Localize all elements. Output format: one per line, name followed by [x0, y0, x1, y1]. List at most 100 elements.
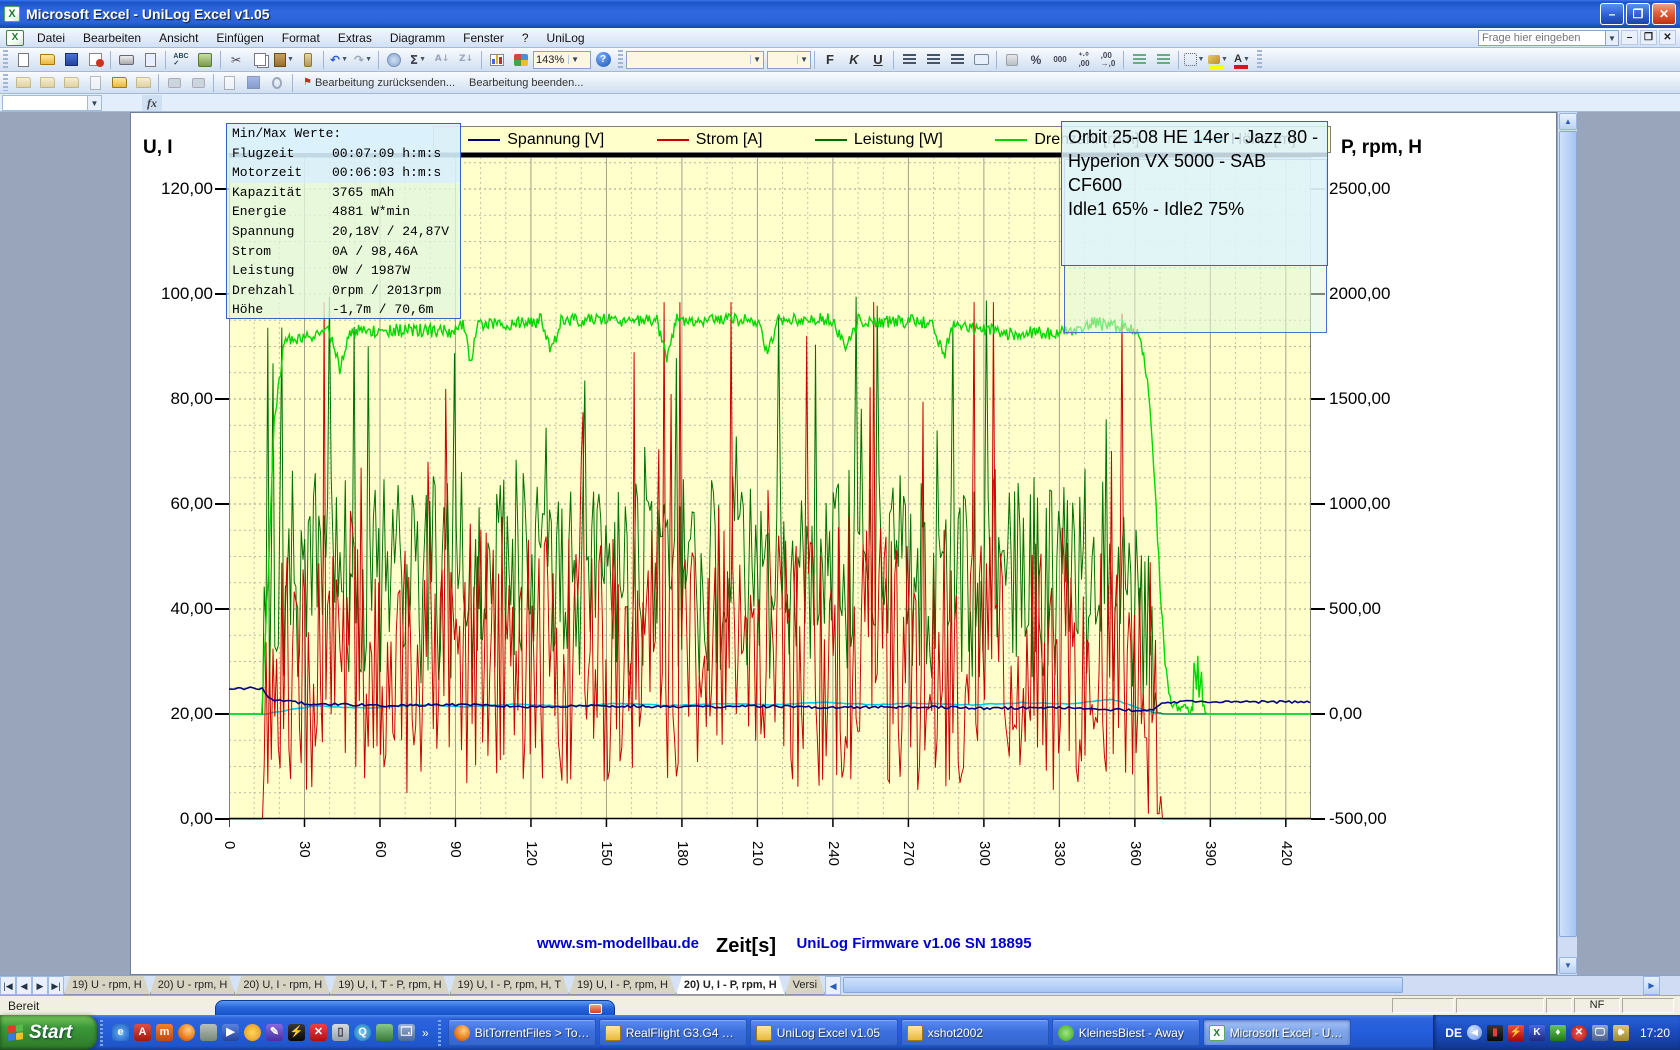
vertical-scrollbar[interactable]: ▲ ▼ — [1557, 112, 1577, 975]
tray-icon[interactable]: ⚡ — [1508, 1025, 1524, 1041]
sheet-tab[interactable]: 19) U, I, T - P, rpm, H — [330, 976, 449, 995]
legend-item[interactable]: Leistung [W] — [815, 131, 943, 149]
decrease-decimal-button[interactable]: ,00→,0 — [1097, 50, 1119, 70]
website-link[interactable]: www.sm-modellbau.de — [537, 935, 699, 952]
tray-icon[interactable]: ✕ — [1571, 1025, 1587, 1041]
menu-einfuegen[interactable]: Einfügen — [207, 29, 272, 47]
end-review-button[interactable]: Bearbeitung beenden... — [462, 74, 590, 92]
chart-wizard-button[interactable] — [486, 50, 508, 70]
decrease-indent-button[interactable] — [1128, 50, 1150, 70]
increase-indent-button[interactable] — [1152, 50, 1174, 70]
save-button[interactable] — [60, 50, 82, 70]
align-right-button[interactable] — [946, 50, 968, 70]
sort-descending-button[interactable]: Z↓ — [455, 50, 477, 70]
currency-button[interactable] — [1001, 50, 1023, 70]
previous-comment-button[interactable] — [36, 73, 58, 93]
taskbar-button[interactable]: KleinesBiest - Away — [1052, 1019, 1200, 1046]
tray-icon[interactable]: ♦ — [1550, 1025, 1566, 1041]
bold-button[interactable]: F — [819, 50, 841, 70]
background-window-titlebar[interactable] — [215, 1000, 615, 1016]
sheet-tab[interactable]: 19) U - rpm, H — [64, 976, 150, 995]
sort-ascending-button[interactable]: A↓ — [431, 50, 453, 70]
toolbar-handle[interactable] — [618, 50, 623, 68]
language-indicator[interactable]: DE — [1445, 1026, 1462, 1040]
drawing-button[interactable] — [510, 50, 532, 70]
chart-sheet[interactable]: U, I P, rpm, H Spannung [V]Strom [A]Leis… — [130, 112, 1557, 975]
start-button[interactable]: Start — [0, 1015, 97, 1050]
send-review-button[interactable]: ⚑Bearbeitung zurücksenden... — [296, 74, 462, 92]
taskbar-button[interactable]: UniLog Excel v1.05 — [750, 1019, 898, 1046]
maxthon-icon[interactable]: m — [156, 1024, 173, 1041]
firefox-icon[interactable] — [178, 1024, 195, 1041]
toolbar-handle[interactable] — [3, 74, 8, 91]
menu-fenster[interactable]: Fenster — [454, 29, 513, 47]
miranda-icon[interactable] — [244, 1024, 261, 1041]
toolbar-options-handle[interactable] — [1257, 50, 1262, 68]
ask-dropdown-icon[interactable]: ▼ — [1606, 30, 1619, 46]
hyperlink-button[interactable] — [383, 50, 405, 70]
background-window-close-icon[interactable] — [589, 1004, 602, 1014]
palm-icon[interactable]: ▯ — [332, 1024, 349, 1041]
close-button[interactable]: ✕ — [1652, 3, 1676, 25]
cut-button[interactable]: ✂ — [225, 50, 247, 70]
scroll-down-icon[interactable]: ▼ — [1559, 957, 1577, 974]
fill-color-button[interactable]: ▼ — [1207, 50, 1229, 70]
horizontal-scroll-thumb[interactable] — [843, 977, 1403, 993]
next-sheet-button[interactable]: ▶ — [32, 976, 48, 995]
quicktime-icon[interactable] — [200, 1024, 217, 1041]
redo-button[interactable]: ↷▼ — [352, 50, 374, 70]
spelling-button[interactable]: ABC✓ — [170, 50, 192, 70]
merge-center-button[interactable] — [970, 50, 992, 70]
hide-icons-chevron-icon[interactable]: ◀ — [1467, 1025, 1482, 1040]
winamp-icon[interactable]: ⚡ — [288, 1024, 305, 1041]
legend-item[interactable]: Strom [A] — [657, 131, 763, 149]
reply-button[interactable] — [12, 73, 34, 93]
volume-icon[interactable]: 🕪 — [1613, 1025, 1629, 1041]
scroll-right-icon[interactable]: ▶ — [1643, 976, 1660, 995]
minmax-box[interactable]: Min/Max Werte: Flugzeit00:07:09 h:m:s Mo… — [226, 123, 461, 319]
taskbar-button[interactable]: xshot2002 — [901, 1019, 1049, 1046]
display-icon[interactable]: 🗔 — [398, 1024, 415, 1041]
taskbar-button[interactable]: RealFlight G3.G4 Don... — [599, 1019, 747, 1046]
sheet-tab[interactable]: 19) U, I - P, rpm, H — [569, 976, 676, 995]
menu-datei[interactable]: Datei — [28, 29, 74, 47]
save-version-button[interactable] — [242, 73, 264, 93]
menu-unilog[interactable]: UniLog — [538, 29, 594, 47]
quick-launch-more-icon[interactable]: » — [422, 1026, 429, 1040]
percent-style-button[interactable]: % — [1025, 50, 1047, 70]
format-painter-button[interactable] — [297, 50, 319, 70]
taskbar-button-active[interactable]: X Microsoft Excel - UniL... — [1203, 1019, 1351, 1046]
tray-icon[interactable]: K — [1529, 1025, 1545, 1041]
next-comment-button[interactable] — [60, 73, 82, 93]
show-comments-button[interactable] — [108, 73, 130, 93]
name-box[interactable] — [2, 95, 88, 111]
quicktime-q-icon[interactable]: Q — [354, 1024, 371, 1041]
menu-format[interactable]: Format — [273, 29, 329, 47]
sheet-tab[interactable]: 19) U, I - P, rpm, H, T — [450, 976, 570, 995]
align-left-button[interactable] — [898, 50, 920, 70]
insert-function-button[interactable]: fx — [142, 95, 162, 111]
delete-comment-button[interactable] — [132, 73, 154, 93]
legend-item[interactable]: Spannung [V] — [468, 131, 604, 149]
sheet-tab[interactable]: 20) U, I - rpm, H — [235, 976, 330, 995]
sheet-tab-active[interactable]: 20) U, I - P, rpm, H — [676, 976, 785, 995]
sheet-tab[interactable]: 20) U - rpm, H — [150, 976, 236, 995]
open-button[interactable] — [36, 50, 58, 70]
name-box-dropdown-icon[interactable]: ▼ — [88, 95, 102, 111]
maximize-button[interactable]: ❐ — [1626, 3, 1650, 25]
toolbar-handle[interactable] — [3, 50, 8, 68]
undo-button[interactable]: ↶▼ — [328, 50, 350, 70]
reject-change-button[interactable] — [187, 73, 209, 93]
workbook-minimize-button[interactable]: – — [1621, 30, 1638, 45]
last-sheet-button[interactable]: ▶| — [48, 976, 64, 995]
print-button[interactable] — [115, 50, 137, 70]
menu-diagramm[interactable]: Diagramm — [381, 29, 454, 47]
zoom-combo[interactable]: 143%▼ — [533, 51, 591, 69]
borders-button[interactable]: ▼ — [1183, 50, 1205, 70]
align-center-button[interactable] — [922, 50, 944, 70]
update-file-button[interactable] — [218, 73, 240, 93]
menu-hilfe[interactable]: ? — [513, 29, 538, 47]
increase-decimal-button[interactable]: ⁺·⁰,00 — [1073, 50, 1095, 70]
acrobat-icon[interactable]: A — [134, 1024, 151, 1041]
edit-comment-button[interactable] — [84, 73, 106, 93]
